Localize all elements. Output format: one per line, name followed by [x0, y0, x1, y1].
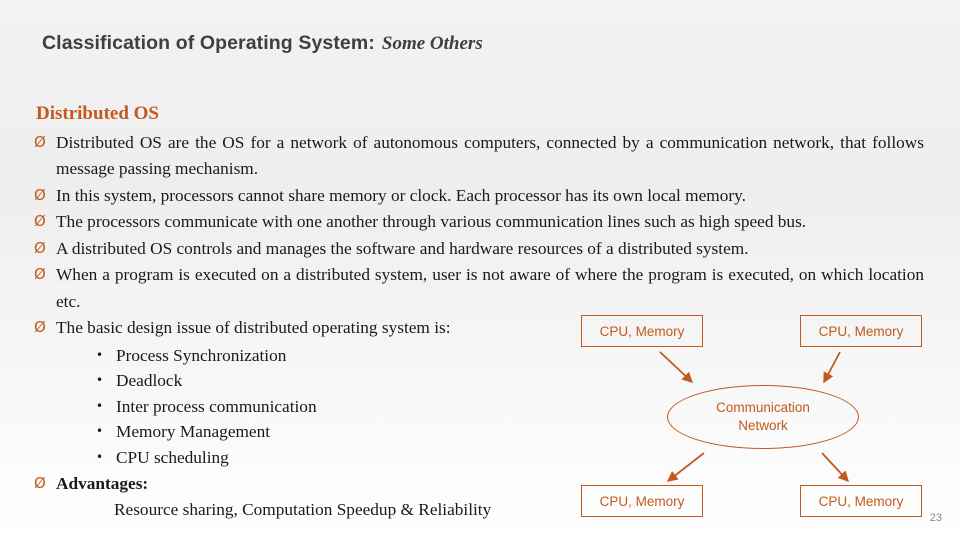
list-item-text: When a program is executed on a distribu… [56, 265, 924, 311]
diagram-node-top-left: CPU, Memory [581, 315, 703, 347]
list-item-text: A distributed OS controls and manages th… [56, 238, 749, 258]
sub-list-item-text: Inter process communication [116, 396, 317, 416]
page-title: Classification of Operating System: Some… [42, 32, 922, 62]
list-item: Ø A distributed OS controls and manages … [34, 236, 924, 262]
sub-list-item-text: Memory Management [116, 422, 271, 442]
title-main-text: Classification of Operating System: [42, 32, 375, 54]
sub-list-item-text: CPU scheduling [116, 448, 229, 467]
bullet-marker-icon: Ø [34, 318, 46, 337]
center-node-line1: Communication [716, 399, 810, 415]
center-node-line2: Network [738, 418, 788, 433]
bullet-marker-icon: Ø [34, 238, 46, 257]
page-number: 23 [929, 512, 942, 524]
dot-bullet-icon: • [96, 398, 104, 413]
bullet-marker-icon: Ø [34, 473, 46, 492]
dot-bullet-icon: • [96, 347, 104, 362]
sub-list-item-text: Deadlock [116, 371, 183, 391]
title-sub-text: Some Others [381, 33, 483, 54]
distributed-system-diagram: CPU, Memory CPU, Memory CPU, Memory CPU,… [572, 310, 942, 525]
list-item-text: In this system, processors cannot share … [56, 185, 746, 205]
bullet-marker-icon: Ø [34, 185, 46, 204]
bullet-marker-icon: Ø [34, 265, 46, 284]
slide: Classification of Operating System: Some… [0, 0, 960, 540]
list-item-text: The processors communicate with one anot… [56, 212, 807, 232]
dot-bullet-icon: • [96, 450, 104, 464]
list-item: Ø In this system, processors cannot shar… [34, 183, 924, 209]
diagram-center-node: Communication Network [667, 385, 859, 449]
dot-bullet-icon: • [96, 424, 104, 439]
section-heading: Distributed OS [36, 103, 159, 124]
diagram-node-bottom-right: CPU, Memory [800, 485, 922, 517]
list-item: Ø When a program is executed on a distri… [34, 262, 924, 315]
bullet-marker-icon: Ø [34, 133, 46, 151]
sub-list-item-text: Process Synchronization [116, 345, 287, 365]
dot-bullet-icon: • [96, 373, 104, 388]
bullet-marker-icon: Ø [34, 212, 46, 231]
list-item-text: Distributed OS are the OS for a network … [56, 133, 924, 179]
diagram-node-bottom-left: CPU, Memory [581, 485, 703, 517]
list-item: Ø The processors communicate with one an… [34, 209, 924, 235]
diagram-node-top-right: CPU, Memory [800, 315, 922, 347]
list-item: Ø Distributed OS are the OS for a networ… [34, 130, 924, 183]
